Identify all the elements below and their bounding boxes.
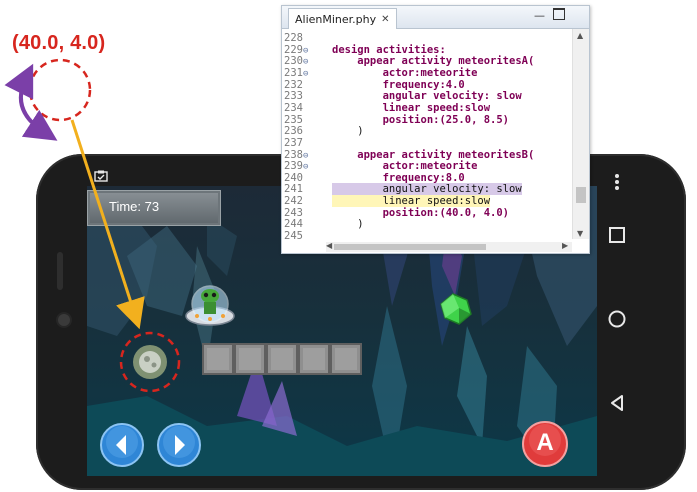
editor-tab-title: AlienMiner.phy [295,12,377,26]
code-line: design activities: [332,44,446,56]
scroll-right-icon[interactable]: ▶ [562,241,568,250]
code-editor-window[interactable]: AlienMiner.phy ✕ — 228 229⊖ 230⊖ 231⊖ 232 233… [281,5,590,254]
code-line-text: position:(25.0, 8.5) [332,113,510,126]
time-counter: Time: 73 [109,199,160,214]
code-line: ) [332,125,364,138]
code-line-text: frequency:4.0 [332,78,465,91]
phone-camera [58,314,70,326]
code-line-text: frequency:8.0 [332,171,465,184]
scroll-left-icon[interactable]: ◀ [326,241,332,250]
arrow-right-icon [157,423,201,467]
code-line: appear activity meteoritesA( [332,55,534,67]
editor-tab[interactable]: AlienMiner.phy ✕ [288,8,397,29]
code-line-text: position:(40.0, 4.0) [332,206,510,219]
code-line-text: linear speed:slow [332,195,491,208]
stone-blocks [202,343,362,375]
rotation-arrow [4,63,58,141]
left-button[interactable] [99,422,145,468]
code-line-text: design activities: [332,43,446,56]
horizontal-scroll-thumb[interactable] [334,244,486,250]
clipboard-check-icon [94,170,108,182]
right-button[interactable] [156,422,202,468]
code-line: appear activity meteoritesB( [332,149,534,161]
code-line: position:(25.0, 8.5) [332,114,509,126]
triangle-back-icon[interactable] [604,390,630,416]
square-icon[interactable] [604,222,630,248]
code-line: linear speed:slow [332,195,491,208]
code-line: actor:meteorite [332,160,478,173]
code-line-text: appear activity meteoritesA( [332,55,535,68]
code-line: actor:meteorite [332,66,478,79]
code-line-text: linear speed:slow [332,101,491,114]
code-line-text: angular velocity: slow [332,90,522,103]
code-line: angular velocity: slow [332,90,522,102]
code-line: ) [332,218,364,231]
vertical-scroll-thumb[interactable] [576,187,586,203]
code-line-text: ) [332,218,364,231]
scroll-down-icon[interactable]: ▼ [577,229,583,238]
code-line-text: angular velocity: slow [332,183,522,196]
code-line: frequency:8.0 [332,172,465,184]
vertical-scrollbar[interactable]: ▲ ▼ [572,29,589,239]
more-vert-icon[interactable] [611,172,623,192]
code-line-text: actor:meteorite [332,66,478,79]
code-line-text: ) [332,125,364,138]
maximize-icon[interactable] [553,8,565,20]
target-position-circle [28,58,92,122]
phone-speaker [57,252,63,290]
action-a-label: A [536,429,554,456]
code-line-text: actor:meteorite [332,160,478,173]
editor-content[interactable]: 228 229⊖ 230⊖ 231⊖ 232 233 234 235 236 237 238⊖ 239… [282,29,572,242]
close-icon[interactable]: ✕ [381,14,389,25]
scroll-up-icon[interactable]: ▲ [577,31,583,40]
minimize-icon[interactable]: — [534,9,545,22]
arrow-left-icon [100,423,144,467]
action-a-button[interactable]: A [521,420,569,468]
editor-tab-bar: AlienMiner.phy ✕ — [282,6,589,29]
code-line: linear speed:slow [332,102,490,114]
circle-icon[interactable] [604,306,630,332]
coordinate-label: (40.0, 4.0) [12,32,106,54]
code-line: position:(40.0, 4.0) [332,207,509,219]
code-line: frequency:4.0 [332,79,465,91]
code-line: angular velocity: slow [332,183,522,196]
meteorite-sprite [133,345,167,379]
horizontal-scrollbar[interactable]: ◀ ▶ [326,241,572,252]
code-line-text: appear activity meteoritesB( [332,148,535,161]
